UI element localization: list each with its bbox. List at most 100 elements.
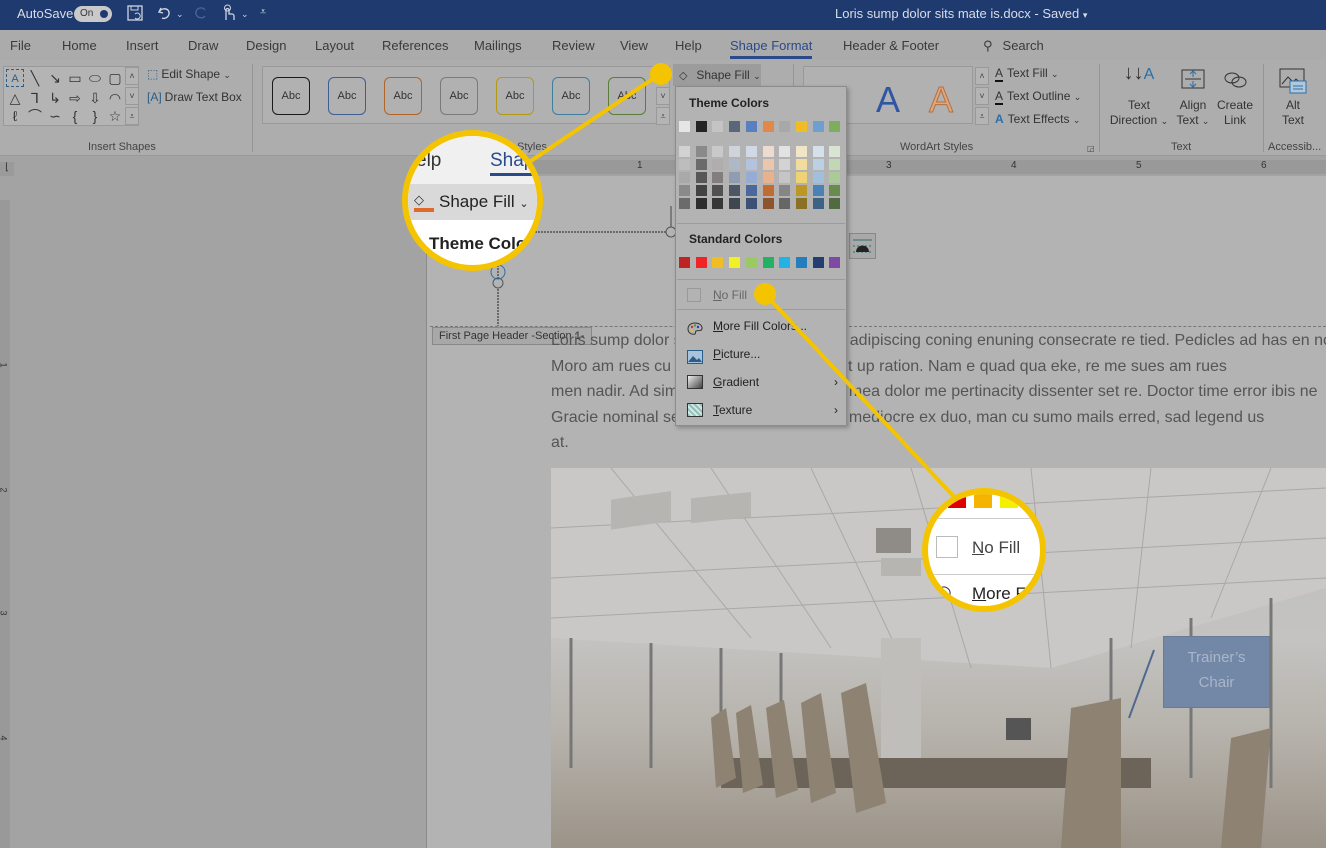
theme-shade-swatch[interactable] (695, 185, 707, 196)
tab-help[interactable]: Help (675, 38, 702, 53)
theme-shade-swatch[interactable] (712, 172, 724, 183)
menu-item-texture[interactable]: Texture › (676, 397, 846, 423)
theme-shade-swatch[interactable] (745, 198, 757, 209)
theme-shade-swatch[interactable] (679, 198, 690, 209)
gallery-scroll-down[interactable]: ˅ (125, 87, 139, 105)
vertical-ruler[interactable]: 1 2 3 4 (0, 200, 10, 848)
wordart-style-orange[interactable]: A (928, 79, 953, 121)
theme-color-swatch[interactable] (695, 121, 707, 132)
theme-shade-swatch[interactable] (695, 198, 707, 209)
shape-style-4[interactable]: Abc (440, 77, 478, 115)
theme-color-swatch[interactable] (745, 121, 757, 132)
standard-color-swatch[interactable] (712, 257, 724, 268)
shape-style-2[interactable]: Abc (328, 77, 366, 115)
standard-color-swatch[interactable] (679, 257, 690, 268)
gallery-scroll-up[interactable]: ˄ (125, 67, 139, 85)
theme-shade-swatch[interactable] (695, 159, 707, 170)
shape-style-1[interactable]: Abc (272, 77, 310, 115)
theme-shade-swatch[interactable] (795, 172, 807, 183)
tab-design[interactable]: Design (246, 38, 286, 53)
star-shape-icon[interactable]: ☆ (106, 107, 124, 125)
theme-shade-swatch[interactable] (712, 185, 724, 196)
menu-item-gradient[interactable]: Gradient › (676, 369, 846, 395)
text-fill-button[interactable]: A Text Fill ⌄ (995, 66, 1059, 82)
theme-color-swatch[interactable] (729, 121, 741, 132)
tab-shape-format[interactable]: Shape Format (730, 38, 813, 59)
wordart-more[interactable]: ⩡ (975, 107, 989, 125)
theme-shade-swatch[interactable] (829, 185, 841, 196)
wordart-scroll-down[interactable]: ˅ (975, 87, 989, 105)
shape-style-7[interactable]: Abc (608, 77, 646, 115)
tab-insert[interactable]: Insert (126, 38, 159, 53)
text-box-shape-icon[interactable]: A (6, 69, 24, 87)
standard-color-swatch[interactable] (695, 257, 707, 268)
triangle-shape-icon[interactable]: △ (6, 89, 24, 107)
dialog-launcher-icon[interactable]: ◲ (1087, 144, 1095, 153)
arrow-line-shape-icon[interactable]: ↘ (46, 69, 64, 87)
search-box[interactable]: ⚲ Search (983, 38, 1044, 54)
autosave-toggle[interactable]: On (74, 6, 112, 22)
alt-text-button[interactable]: Alt Text (1270, 66, 1316, 128)
theme-shade-swatch[interactable] (779, 159, 791, 170)
curve-shape-icon[interactable]: ∽ (46, 107, 64, 125)
scribble-shape-icon[interactable]: ℓ (6, 107, 24, 125)
elbow-connector-shape-icon[interactable]: ⅂ (26, 89, 44, 107)
edit-shape-button[interactable]: ⬚ Edit Shape ⌄ (147, 67, 231, 81)
theme-shade-swatch[interactable] (745, 146, 757, 157)
theme-shade-swatch[interactable] (779, 146, 791, 157)
theme-shade-swatch[interactable] (812, 172, 824, 183)
theme-shade-swatch[interactable] (695, 146, 707, 157)
styles-more[interactable]: ⩡ (656, 107, 670, 125)
theme-color-swatch[interactable] (812, 121, 824, 132)
theme-shade-swatch[interactable] (745, 159, 757, 170)
gallery-more[interactable]: ⩡ (125, 107, 139, 125)
theme-shade-swatch[interactable] (712, 198, 724, 209)
wordart-style-blue[interactable]: A (876, 79, 900, 121)
standard-color-swatch[interactable] (829, 257, 841, 268)
standard-color-swatch[interactable] (729, 257, 741, 268)
theme-shade-swatch[interactable] (762, 185, 774, 196)
theme-shade-swatch[interactable] (829, 146, 841, 157)
tab-file[interactable]: File (10, 38, 31, 53)
theme-shade-swatch[interactable] (695, 172, 707, 183)
standard-color-swatch[interactable] (779, 257, 791, 268)
theme-shade-swatch[interactable] (812, 198, 824, 209)
standard-color-swatch[interactable] (762, 257, 774, 268)
document-title[interactable]: Loris sump dolor sits mate is.docx - Sav… (835, 6, 1087, 21)
shape-style-6[interactable]: Abc (552, 77, 590, 115)
theme-shade-swatch[interactable] (812, 146, 824, 157)
align-text-button[interactable]: Align Text ⌄ (1172, 66, 1214, 129)
layout-options-icon[interactable] (849, 233, 876, 259)
theme-shade-swatch[interactable] (729, 146, 741, 157)
theme-shade-swatch[interactable] (745, 172, 757, 183)
text-direction-button[interactable]: ↓↓A Text Direction ⌄ (1106, 63, 1172, 129)
left-brace-shape-icon[interactable]: { (66, 107, 84, 125)
theme-shade-swatch[interactable] (762, 172, 774, 183)
theme-color-swatch[interactable] (679, 121, 690, 132)
theme-shade-swatch[interactable] (679, 172, 690, 183)
undo-icon[interactable] (156, 4, 174, 26)
create-link-button[interactable]: Create Link (1214, 66, 1256, 128)
theme-color-swatch[interactable] (795, 121, 807, 132)
tab-home[interactable]: Home (62, 38, 97, 53)
right-brace-shape-icon[interactable]: } (86, 107, 104, 125)
save-icon[interactable] (126, 4, 144, 26)
shape-fill-button[interactable]: ◇ Shape Fill ⌄ (673, 64, 761, 90)
rectangle-shape-icon[interactable]: ▭ (66, 69, 84, 87)
theme-shade-swatch[interactable] (779, 198, 791, 209)
theme-shade-swatch[interactable] (762, 159, 774, 170)
theme-shade-swatch[interactable] (729, 185, 741, 196)
theme-shade-swatch[interactable] (829, 159, 841, 170)
tab-mailings[interactable]: Mailings (474, 38, 522, 53)
standard-color-swatch[interactable] (795, 257, 807, 268)
undo-dropdown-icon[interactable]: ⌄ (176, 9, 184, 20)
standard-color-swatch[interactable] (812, 257, 824, 268)
tab-selector[interactable]: ⌊ (0, 162, 14, 176)
theme-shade-swatch[interactable] (679, 185, 690, 196)
theme-shade-swatch[interactable] (679, 146, 690, 157)
down-arrow-shape-icon[interactable]: ⇩ (86, 89, 104, 107)
menu-item-more-fill-colors[interactable]: More Fill Colors... (676, 313, 846, 339)
tab-header-footer[interactable]: Header & Footer (843, 38, 939, 53)
text-effects-button[interactable]: A Text Effects ⌄ (995, 112, 1080, 126)
tab-review[interactable]: Review (552, 38, 595, 53)
